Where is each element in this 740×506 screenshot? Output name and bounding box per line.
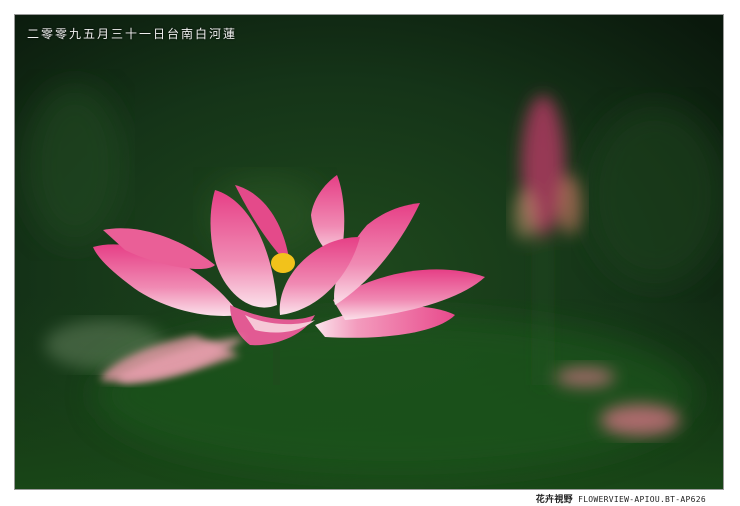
brand-logo: 花卉視野: [535, 495, 573, 505]
photo-frame: 二零零九五月三十一日台南白河蓮: [14, 14, 724, 490]
footer-signature: 花卉視野 FLOWERVIEW-APIOU.BT-AP626: [536, 492, 706, 505]
site-url: FLOWERVIEW-APIOU.BT-AP626: [578, 495, 706, 504]
lotus-photo: [15, 15, 723, 489]
photo-caption: 二零零九五月三十一日台南白河蓮: [27, 27, 238, 41]
